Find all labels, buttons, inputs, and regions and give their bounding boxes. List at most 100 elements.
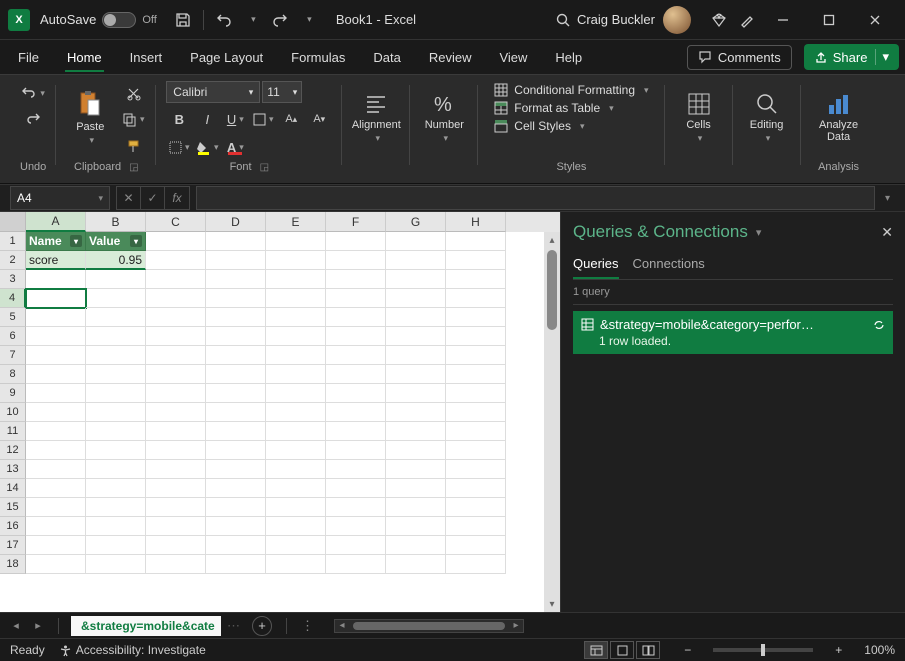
save-icon[interactable] — [169, 6, 197, 34]
expand-formula-bar[interactable]: ▾ — [885, 193, 899, 204]
cell[interactable] — [206, 346, 266, 365]
cell[interactable] — [146, 555, 206, 574]
cell[interactable] — [386, 384, 446, 403]
undo-button[interactable] — [20, 81, 46, 105]
row-header[interactable]: 14 — [0, 479, 26, 498]
zoom-slider[interactable] — [713, 648, 813, 652]
select-all-corner[interactable] — [0, 212, 26, 232]
close-button[interactable] — [853, 5, 897, 35]
row-header[interactable]: 13 — [0, 460, 26, 479]
minimize-button[interactable] — [761, 5, 805, 35]
menu-view[interactable]: View — [487, 44, 539, 71]
cell[interactable] — [446, 498, 506, 517]
menu-file[interactable]: File — [6, 44, 51, 71]
cell[interactable] — [266, 479, 326, 498]
cell[interactable] — [86, 308, 146, 327]
menu-formulas[interactable]: Formulas — [279, 44, 357, 71]
cell[interactable] — [206, 498, 266, 517]
cell[interactable] — [386, 289, 446, 308]
cell[interactable] — [266, 384, 326, 403]
cell[interactable] — [386, 536, 446, 555]
cell[interactable] — [266, 498, 326, 517]
cell[interactable] — [206, 517, 266, 536]
cell[interactable] — [326, 232, 386, 251]
cell[interactable] — [446, 346, 506, 365]
menu-help[interactable]: Help — [543, 44, 594, 71]
cell[interactable] — [26, 365, 86, 384]
column-header[interactable]: F — [326, 212, 386, 232]
underline-button[interactable]: U — [222, 107, 248, 131]
scroll-up-icon[interactable]: ▴ — [544, 232, 560, 248]
tab-menu-button[interactable]: ⋮ — [301, 618, 314, 634]
query-item[interactable]: &strategy=mobile&category=perfor… 1 row … — [573, 311, 893, 354]
cell[interactable] — [146, 289, 206, 308]
redo-icon[interactable] — [266, 6, 294, 34]
cell[interactable] — [206, 403, 266, 422]
search-icon[interactable] — [549, 6, 577, 34]
column-header[interactable]: B — [86, 212, 146, 232]
cell[interactable] — [26, 517, 86, 536]
format-painter-button[interactable] — [120, 133, 146, 157]
toggle-switch[interactable] — [102, 12, 136, 28]
cell[interactable] — [326, 251, 386, 270]
cell[interactable] — [446, 479, 506, 498]
row-header[interactable]: 7 — [0, 346, 26, 365]
cell[interactable] — [26, 422, 86, 441]
alignment-button[interactable]: Alignment — [352, 81, 400, 153]
borders-button[interactable] — [166, 135, 192, 159]
cell[interactable] — [386, 232, 446, 251]
close-pane-button[interactable]: ✕ — [881, 224, 893, 241]
cell[interactable] — [146, 498, 206, 517]
cells-button[interactable]: Cells — [675, 81, 723, 153]
cell[interactable] — [146, 232, 206, 251]
cell[interactable] — [86, 517, 146, 536]
tab-queries[interactable]: Queries — [573, 252, 619, 279]
cell[interactable] — [206, 251, 266, 270]
cell[interactable] — [86, 460, 146, 479]
cell[interactable] — [446, 327, 506, 346]
cell[interactable] — [386, 270, 446, 289]
menu-insert[interactable]: Insert — [118, 44, 175, 71]
qat-customize[interactable] — [294, 6, 322, 34]
cell[interactable] — [326, 460, 386, 479]
zoom-in-button[interactable]: + — [835, 643, 842, 657]
conditional-formatting-button[interactable]: Conditional Formatting — [494, 83, 648, 97]
filter-icon[interactable] — [130, 235, 142, 247]
italic-button[interactable]: I — [194, 107, 220, 131]
cell[interactable] — [446, 251, 506, 270]
cell[interactable] — [86, 536, 146, 555]
cell[interactable] — [206, 555, 266, 574]
cell[interactable] — [386, 460, 446, 479]
cell[interactable] — [266, 232, 326, 251]
undo-icon[interactable] — [210, 6, 238, 34]
cell[interactable] — [86, 498, 146, 517]
cell[interactable] — [146, 441, 206, 460]
row-header[interactable]: 4 — [0, 289, 26, 308]
increase-font-button[interactable]: A▴ — [278, 107, 304, 131]
scroll-down-icon[interactable]: ▾ — [544, 596, 560, 612]
cell[interactable] — [206, 308, 266, 327]
cell[interactable] — [26, 308, 86, 327]
cell[interactable] — [86, 384, 146, 403]
cell[interactable] — [326, 384, 386, 403]
cell[interactable] — [86, 346, 146, 365]
cell[interactable] — [326, 441, 386, 460]
cell[interactable] — [266, 270, 326, 289]
column-header[interactable]: A — [26, 212, 86, 232]
cell[interactable] — [146, 308, 206, 327]
cell[interactable] — [266, 327, 326, 346]
cell[interactable] — [326, 536, 386, 555]
autosave-toggle[interactable]: AutoSave Off — [40, 12, 157, 28]
cell[interactable] — [206, 479, 266, 498]
format-as-table-button[interactable]: Format as Table — [494, 101, 648, 115]
cell[interactable] — [26, 289, 86, 308]
name-box[interactable]: A4▾ — [10, 186, 110, 210]
cell-styles-button[interactable]: Cell Styles — [494, 119, 648, 133]
horizontal-scrollbar[interactable]: ◂▸ — [334, 619, 524, 633]
column-header[interactable]: C — [146, 212, 206, 232]
cell[interactable] — [386, 479, 446, 498]
fx-button[interactable]: fx — [165, 187, 189, 209]
row-header[interactable]: 1 — [0, 232, 26, 251]
cell[interactable] — [26, 384, 86, 403]
cell[interactable] — [86, 365, 146, 384]
